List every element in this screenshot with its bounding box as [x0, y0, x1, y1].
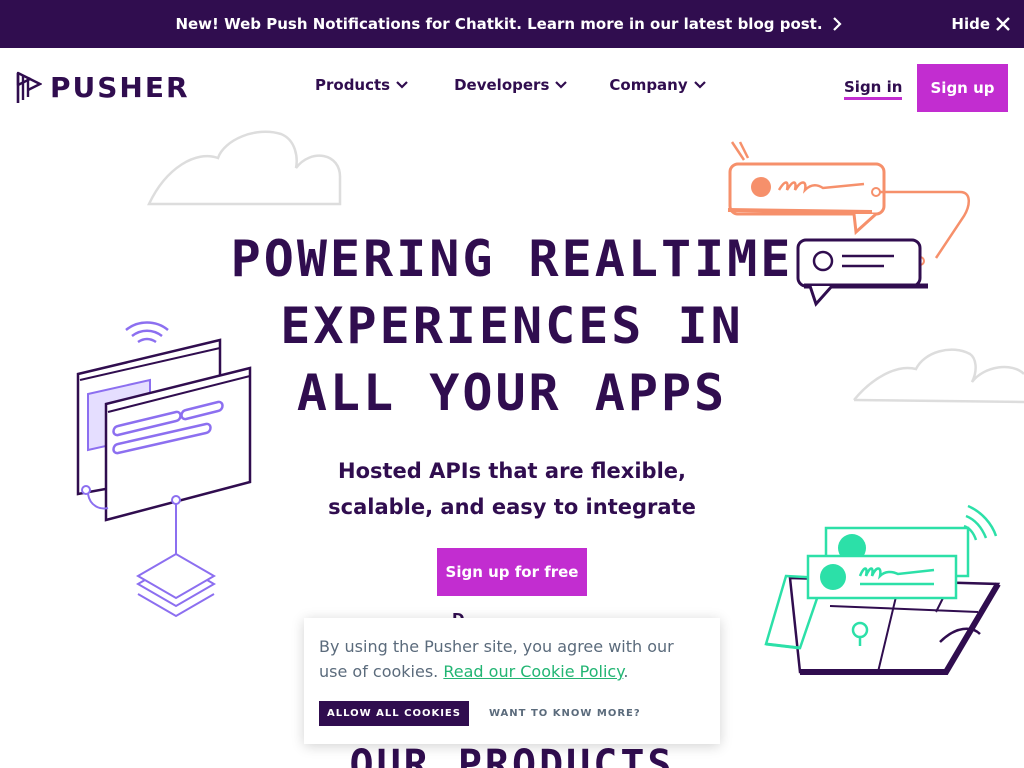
cookie-policy-link[interactable]: Read our Cookie Policy	[443, 662, 623, 681]
announcement-text: New! Web Push Notifications for Chatkit.…	[175, 15, 823, 33]
nav-products[interactable]: Products	[315, 76, 408, 94]
site-header: PUSHER Products Developers Company Sign …	[0, 48, 1024, 128]
announcement-link[interactable]: New! Web Push Notifications for Chatkit.…	[175, 15, 842, 33]
hide-banner-button[interactable]: Hide	[951, 0, 1010, 48]
cookie-consent-banner: By using the Pusher site, you agree with…	[304, 618, 720, 744]
cookie-message: By using the Pusher site, you agree with…	[319, 634, 705, 684]
map-location-illustration	[764, 504, 1001, 675]
nav-developers[interactable]: Developers	[454, 76, 568, 94]
nav-company-label: Company	[609, 76, 688, 94]
chevron-down-icon	[396, 81, 408, 89]
chevron-down-icon	[555, 81, 568, 89]
logo-wordmark: PUSHER	[50, 70, 190, 104]
logo[interactable]: PUSHER	[16, 69, 190, 105]
hero-title-line: ALL YOUR APPS	[296, 364, 728, 422]
page: New! Web Push Notifications for Chatkit.…	[0, 0, 1024, 768]
nav-developers-label: Developers	[454, 76, 550, 94]
cookie-trailing: .	[623, 662, 629, 681]
cloud-illustration-right	[853, 348, 1024, 404]
main-nav: Products Developers Company	[315, 76, 706, 94]
hide-label: Hide	[951, 15, 990, 33]
hero-subtitle-line: scalable, and easy to integrate	[328, 495, 696, 519]
nav-products-label: Products	[315, 76, 391, 94]
close-icon	[996, 17, 1010, 31]
hero-title-line: EXPERIENCES IN	[280, 297, 744, 355]
sign-in-link[interactable]: Sign in	[844, 78, 903, 100]
products-heading: OUR PRODUCTS	[349, 742, 675, 768]
pusher-logo-icon	[16, 71, 42, 103]
chevron-down-icon	[693, 81, 706, 89]
announcement-banner: New! Web Push Notifications for Chatkit.…	[0, 0, 1024, 48]
cookie-actions: ALLOW ALL COOKIES WANT TO KNOW MORE?	[319, 701, 705, 726]
hero-subtitle: Hosted APIs that are flexible, scalable,…	[300, 453, 724, 525]
hero-subtitle-line: Hosted APIs that are flexible,	[338, 459, 686, 483]
know-more-link[interactable]: WANT TO KNOW MORE?	[489, 708, 641, 719]
sign-up-button[interactable]: Sign up	[917, 64, 1008, 112]
hero-title-line: POWERING REALTIME	[230, 230, 794, 288]
cloud-illustration-left	[147, 130, 342, 206]
allow-all-cookies-button[interactable]: ALLOW ALL COOKIES	[319, 701, 469, 726]
chevron-right-icon	[832, 17, 842, 31]
sign-up-free-button[interactable]: Sign up for free	[437, 548, 587, 596]
nav-company[interactable]: Company	[609, 76, 706, 94]
hero-title: POWERING REALTIME EXPERIENCES IN ALL YOU…	[200, 226, 824, 427]
